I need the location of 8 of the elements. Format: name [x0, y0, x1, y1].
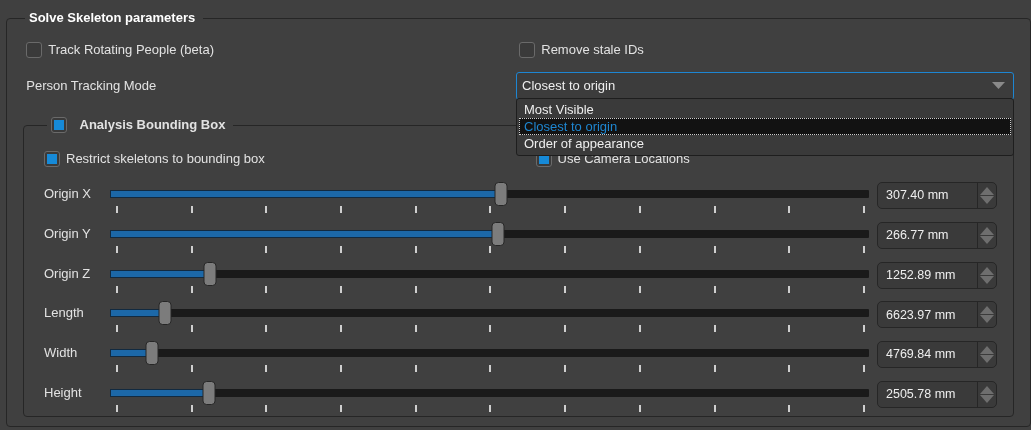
slider-label: Origin Y	[44, 224, 92, 243]
slider-label: Origin X	[44, 185, 92, 203]
slider-label: Height	[44, 384, 83, 402]
group-title: Solve Skeleton parameters	[28, 9, 197, 27]
field-label: Person Tracking Mode	[25, 78, 157, 94]
slider-label: Origin Z	[44, 264, 92, 283]
slider-label: Length	[44, 304, 85, 323]
slider-label: Width	[44, 344, 79, 363]
